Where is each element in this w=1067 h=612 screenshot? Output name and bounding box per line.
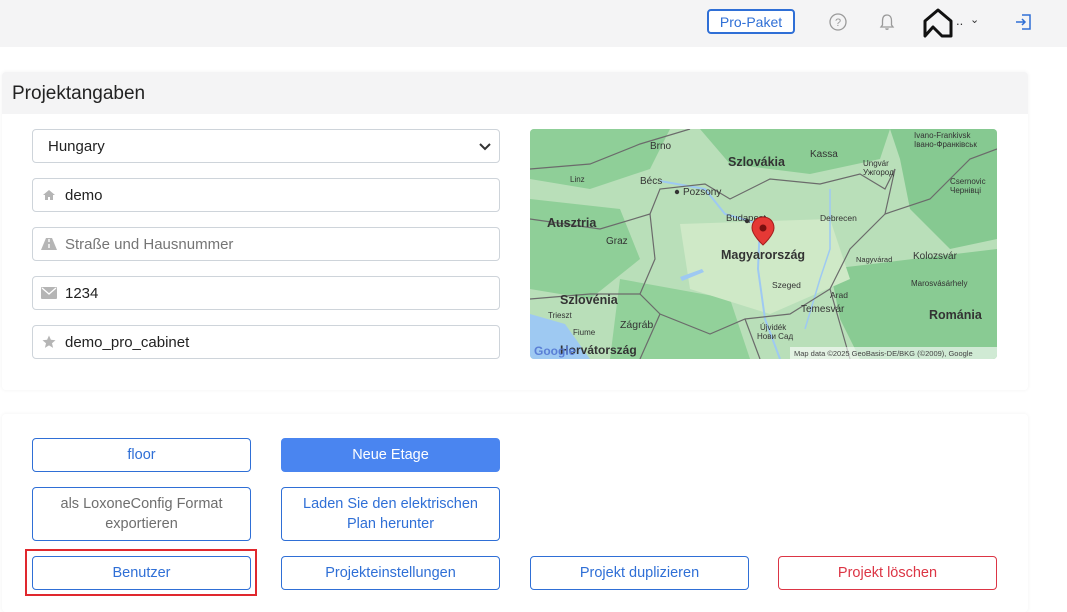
new-floor-button[interactable]: Neue Etage	[281, 438, 500, 472]
map-label-chernivtsi: Чернівці	[950, 186, 981, 195]
project-name-field[interactable]: demo	[32, 178, 500, 212]
street-placeholder: Straße und Hausnummer	[65, 235, 234, 253]
map-label-kolozsvar: Kolozsvár	[913, 251, 958, 262]
delete-project-button[interactable]: Projekt löschen	[778, 556, 997, 590]
map-label-brno: Brno	[650, 141, 672, 152]
bell-icon[interactable]	[877, 12, 897, 32]
map-label-arad: Arad	[830, 290, 848, 300]
cabinet-value: demo_pro_cabinet	[65, 333, 190, 351]
map-label-uzhhorod: Ужгород	[863, 168, 894, 177]
map-label-becs: Bécs	[640, 176, 662, 187]
star-icon	[33, 335, 65, 349]
map-label-slovenia: Szlovénia	[560, 293, 619, 307]
duplicate-project-button[interactable]: Projekt duplizieren	[530, 556, 749, 590]
pro-package-button[interactable]: Pro-Paket	[707, 9, 795, 34]
project-name-value: demo	[65, 186, 103, 204]
export-label-line2: exportieren	[105, 516, 178, 532]
zip-value: 1234	[65, 284, 99, 302]
google-logo: Google	[534, 344, 576, 358]
map-label-ivano-cyr: Івано-Франківськ	[914, 140, 977, 149]
map-label-debrecen: Debrecen	[820, 213, 857, 223]
map-label-ungvar: Ungvár	[863, 159, 889, 168]
map-label-linz: Linz	[570, 175, 585, 184]
map-label-marosvasarhely: Marosvásárhely	[911, 279, 967, 288]
page-title: Projektangaben	[12, 83, 146, 104]
map-label-ujvidek: Újvidék	[760, 323, 787, 332]
country-select[interactable]: Hungary	[32, 129, 500, 163]
chevron-down-icon	[479, 139, 491, 154]
download-label-line2: Plan herunter	[346, 516, 435, 532]
zip-field[interactable]: 1234	[32, 276, 500, 310]
road-icon	[33, 238, 65, 250]
top-bar: Pro-Paket ? .. ⌄	[0, 0, 1067, 47]
map-label-hungary: Magyarország	[721, 248, 805, 262]
map-label-romania: Románia	[929, 308, 983, 322]
logout-icon[interactable]	[1014, 12, 1034, 32]
user-name[interactable]: ..	[956, 13, 963, 28]
help-icon[interactable]: ?	[828, 12, 848, 32]
export-loxone-button[interactable]: als LoxoneConfig Format exportieren	[32, 487, 251, 541]
map-label-austria: Ausztria	[547, 216, 597, 230]
svg-text:?: ?	[835, 17, 841, 29]
download-electrical-plan-button[interactable]: Laden Sie den elektrischen Plan herunter	[281, 487, 500, 541]
chevron-down-icon[interactable]: ⌄	[970, 13, 979, 26]
home-icon	[33, 189, 65, 201]
export-label-line1: als LoxoneConfig Format	[60, 496, 223, 512]
map-label-ivano: Ivano-Frankivsk	[914, 131, 971, 140]
map-label-trieszt: Trieszt	[548, 311, 572, 320]
map-label-zagrab: Zágráb	[620, 319, 653, 331]
map-label-novi-sad: Нови Сад	[757, 332, 793, 341]
map-label-graz: Graz	[606, 236, 628, 247]
location-map[interactable]: Brno Szlovákia Kassa Ungvár Ужгород Ivan…	[530, 129, 997, 359]
map-label-csernovic: Csernovic	[950, 177, 986, 186]
map-label-nagyvarad: Nagyvárad	[856, 255, 892, 264]
country-value: Hungary	[48, 137, 105, 155]
map-label-slovakia: Szlovákia	[728, 155, 786, 169]
map-label-pozsony: Pozsony	[683, 187, 721, 198]
street-field[interactable]: Straße und Hausnummer	[32, 227, 500, 261]
users-button[interactable]: Benutzer	[32, 556, 251, 590]
floor-button[interactable]: floor	[32, 438, 251, 472]
map-label-temesvar: Temesvár	[801, 304, 845, 315]
download-label-line1: Laden Sie den elektrischen	[303, 496, 478, 512]
home-logo-icon[interactable]	[922, 7, 954, 39]
map-label-szeged: Szeged	[772, 280, 801, 290]
card-header: Projektangaben	[2, 72, 1028, 114]
envelope-icon	[33, 287, 65, 299]
cabinet-field[interactable]: demo_pro_cabinet	[32, 325, 500, 359]
map-label-kassa: Kassa	[810, 149, 838, 160]
project-settings-button[interactable]: Projekteinstellungen	[281, 556, 500, 590]
map-label-fiume: Fiume	[573, 328, 596, 337]
map-attribution: Map data ©2025 GeoBasis-DE/BKG (©2009), …	[794, 349, 973, 358]
